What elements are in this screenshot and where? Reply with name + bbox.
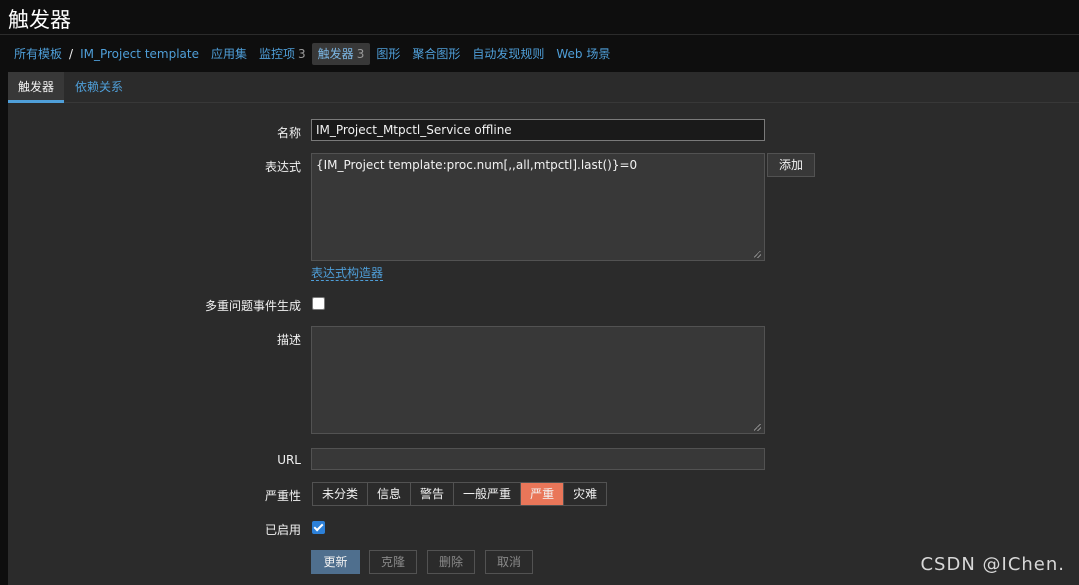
enabled-label: 已启用 [264, 523, 301, 537]
breadcrumb-template[interactable]: IM_Project template [74, 43, 205, 65]
nav-triggers-label: 触发器 [317, 47, 354, 61]
multiple-events-label: 多重问题事件生成 [204, 299, 301, 313]
breadcrumb: 所有模板 / IM_Project template 应用集 监控项 3 触发器 3… [8, 42, 616, 66]
breadcrumb-all-templates[interactable]: 所有模板 [8, 43, 68, 65]
nav-discovery-rules[interactable]: 自动发现规则 [466, 43, 550, 65]
nav-items-count: 3 [298, 47, 306, 61]
title-divider [0, 34, 1079, 35]
severity-not-classified[interactable]: 未分类 [313, 483, 369, 505]
watermark: CSDN @IChen. [920, 554, 1065, 575]
enabled-checkbox[interactable] [312, 521, 325, 534]
expression-textarea[interactable]: {IM_Project template:proc.num[,,all,mtpc… [311, 153, 765, 261]
nav-applications[interactable]: 应用集 [205, 43, 253, 65]
update-button[interactable]: 更新 [311, 550, 360, 574]
nav-web-scenarios[interactable]: Web 场景 [550, 43, 616, 65]
nav-items-label: 监控项 [259, 47, 296, 61]
nav-triggers[interactable]: 触发器 3 [311, 43, 371, 65]
expression-builder-link[interactable]: 表达式构造器 [311, 266, 384, 281]
description-textarea[interactable] [311, 326, 765, 434]
resize-grip-icon[interactable] [754, 424, 761, 431]
page-title: 触发器 [8, 8, 71, 32]
severity-disaster[interactable]: 灾难 [564, 483, 607, 505]
resize-grip-icon[interactable] [754, 251, 761, 258]
cancel-button[interactable]: 取消 [485, 550, 533, 574]
trigger-form-panel: 触发器 依赖关系 名称 IM_Project_Mtpctl_Service of… [8, 72, 1079, 585]
name-label: 名称 [276, 126, 301, 140]
tab-trigger[interactable]: 触发器 [8, 72, 65, 103]
url-input[interactable] [311, 448, 765, 470]
severity-information[interactable]: 信息 [368, 483, 412, 505]
name-input[interactable]: IM_Project_Mtpctl_Service offline [311, 119, 765, 141]
severity-high[interactable]: 严重 [521, 483, 565, 505]
severity-selector: 未分类 信息 警告 一般严重 严重 灾难 [312, 482, 608, 506]
description-label: 描述 [276, 333, 301, 347]
url-label: URL [277, 453, 301, 467]
tab-dependencies[interactable]: 依赖关系 [65, 72, 133, 100]
severity-warning[interactable]: 警告 [411, 483, 455, 505]
add-expression-button[interactable]: 添加 [767, 153, 815, 177]
delete-button[interactable]: 删除 [427, 550, 475, 574]
form-tabs: 触发器 依赖关系 [8, 72, 1079, 103]
clone-button[interactable]: 克隆 [369, 550, 417, 574]
nav-screens[interactable]: 聚合图形 [406, 43, 466, 65]
nav-items[interactable]: 监控项 3 [253, 43, 312, 65]
nav-triggers-count: 3 [356, 47, 365, 61]
nav-graphs[interactable]: 图形 [370, 43, 406, 65]
severity-label: 严重性 [264, 489, 301, 503]
multiple-events-checkbox[interactable] [312, 297, 325, 310]
severity-average[interactable]: 一般严重 [454, 483, 522, 505]
expression-label: 表达式 [264, 160, 301, 174]
